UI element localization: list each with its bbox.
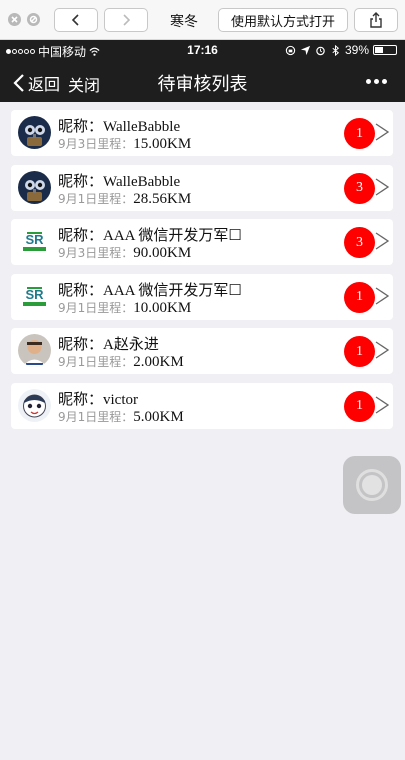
nickname-line: 昵称：WalleBabble [58,115,180,136]
mileage-date: 9月3日里程： [58,137,134,151]
review-list: 昵称：WalleBabble 9月3日里程：15.00KM 1 昵称：WalleBab… [11,110,393,437]
alarm-icon [316,46,325,55]
nickname-prefix: 昵称： [58,389,104,408]
share-button[interactable] [354,8,398,32]
page-title: 待审核列表 [157,74,248,94]
mileage-date: 9月1日里程： [58,409,134,424]
chevron-right-icon[interactable] [374,122,390,142]
list-item[interactable]: 昵称：victor 9月1日里程：5.00KM 1 [11,382,393,429]
logo-avatar: SR [18,225,51,258]
chevron-right-icon [123,14,131,26]
nickname-line: 昵称：AAA 微信开发万军☐ [58,279,242,300]
mileage-line: 9月1日里程：5.00KM [58,408,184,426]
cartoon-avatar [18,388,51,422]
mileage-line: 9月3日里程：15.00KM [58,135,191,153]
mileage-line: 9月3日里程：90.00KM [58,244,191,262]
svg-text:SR: SR [25,232,44,247]
nickname: victor [103,391,139,408]
mileage-date: 9月1日里程： [58,191,134,206]
robot-avatar [18,170,51,204]
person-avatar [18,334,51,367]
nickname-line: 昵称：A赵永进 [58,333,159,354]
chevron-right-icon[interactable] [374,286,390,306]
nickname: WalleBabble [103,173,181,190]
chevron-right-icon[interactable] [374,340,390,360]
bluetooth-icon [332,44,340,56]
nickname-prefix: 昵称： [58,171,104,190]
list-item[interactable]: 昵称：WalleBabble 9月3日里程：15.00KM 1 [11,110,393,156]
assistive-touch-button[interactable] [343,456,401,514]
nickname-prefix: 昵称： [58,117,104,135]
count-badge: 1 [344,281,375,313]
mileage-value: 5.00KM [133,408,184,425]
nickname: WalleBabble [103,119,181,135]
browser-forward-button[interactable] [104,8,148,32]
browser-back-button[interactable] [54,8,98,32]
mileage-date: 9月1日里程： [58,300,134,315]
share-icon [370,12,382,28]
robot-avatar [18,116,51,149]
list-item[interactable]: 昵称：WalleBabble 9月1日里程：28.56KM 3 [11,164,393,211]
chevron-left-icon [71,14,79,26]
nickname-line: 昵称：victor [58,388,138,409]
nickname-line: 昵称：WalleBabble [58,170,180,191]
nav-header: 返回 关闭 待审核列表 [0,60,405,102]
svg-text:SR: SR [25,287,44,302]
assistive-core-icon [362,475,382,495]
mileage-date: 9月1日里程： [58,355,134,369]
battery-percent: 39% [344,43,369,57]
nickname: AAA 微信开发万军☐ [103,282,242,299]
mileage-value: 90.00KM [133,245,192,261]
count-badge: 1 [344,336,375,367]
simulator-toolbar: 寒冬 使用默认方式打开 [0,0,405,40]
count-badge: 1 [344,118,375,149]
count-badge: 1 [344,390,375,422]
logo-avatar: SR [18,279,51,313]
mileage-line: 9月1日里程：28.56KM [58,190,191,208]
mileage-line: 9月1日里程：10.00KM [58,299,191,317]
status-bar: 中国移动 17:16 39% [0,40,405,60]
count-badge: 3 [344,172,375,204]
mileage-value: 15.00KM [133,136,192,152]
nickname-prefix: 昵称： [58,335,104,353]
count-badge: 3 [344,227,375,258]
open-default-button[interactable]: 使用默认方式打开 [218,8,348,32]
close-window-icon[interactable] [8,13,21,26]
nickname-line: 昵称：AAA 微信开发万军☐ [58,224,242,245]
battery-icon [373,45,397,55]
rotation-lock-icon [285,45,296,55]
chevron-right-icon[interactable] [374,177,390,197]
location-icon [300,45,311,55]
mileage-line: 9月1日里程：2.00KM [58,353,184,371]
list-item[interactable]: 昵称：A赵永进 9月1日里程：2.00KM 1 [11,328,393,374]
nickname-prefix: 昵称： [58,226,104,244]
chevron-right-icon[interactable] [374,395,390,415]
mileage-date: 9月3日里程： [58,246,134,260]
more-icon[interactable] [366,79,387,84]
minimize-window-icon[interactable] [27,13,40,26]
simulator-title: 寒冬 [170,13,198,29]
list-item[interactable]: SR 昵称：AAA 微信开发万军☐ 9月3日里程：90.00KM 3 [11,219,393,265]
nickname-prefix: 昵称： [58,280,104,299]
mileage-value: 10.00KM [133,299,192,316]
nickname: A赵永进 [103,337,159,353]
battery-fill [375,47,383,53]
list-item[interactable]: SR 昵称：AAA 微信开发万军☐ 9月1日里程：10.00KM 1 [11,273,393,320]
nickname: AAA 微信开发万军☐ [103,228,242,244]
mileage-value: 28.56KM [133,190,192,207]
mileage-value: 2.00KM [133,354,184,370]
chevron-right-icon[interactable] [374,231,390,251]
